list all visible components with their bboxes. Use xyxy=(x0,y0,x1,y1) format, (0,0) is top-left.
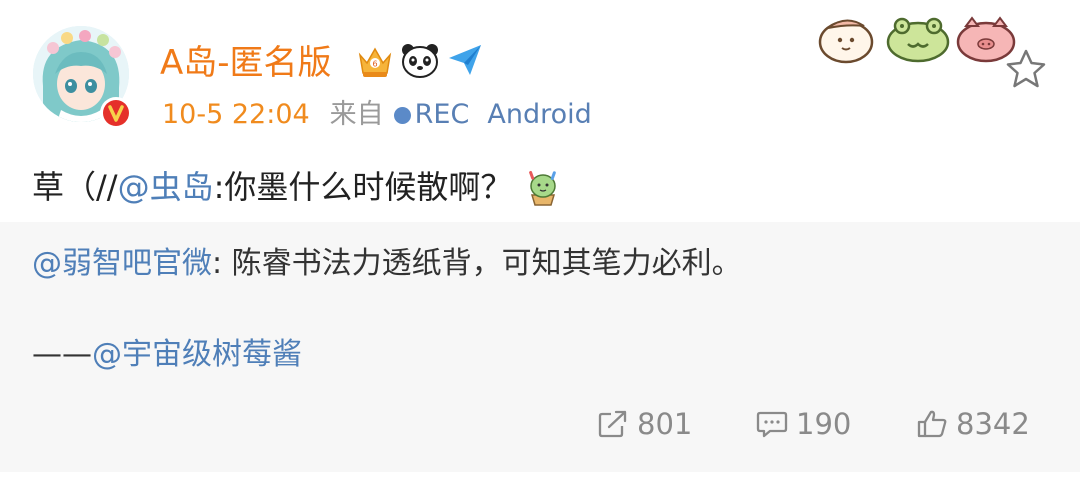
star-icon[interactable] xyxy=(1004,48,1048,90)
repost-author-mention[interactable]: @弱智吧官微 xyxy=(32,246,212,281)
like-count: 8342 xyxy=(956,407,1030,441)
decor-stickers xyxy=(818,12,1018,64)
thumbs-up-icon xyxy=(917,410,947,438)
repost-count: 801 xyxy=(637,407,693,441)
bottom-spacer xyxy=(0,472,1080,489)
comment-button[interactable]: 190 xyxy=(756,402,851,446)
post-time: 10-5 22:04 xyxy=(162,99,310,130)
client-name[interactable]: REC xyxy=(415,97,470,133)
repost-button[interactable]: 801 xyxy=(597,402,692,446)
share-icon xyxy=(598,410,627,438)
cactus-emoji-icon xyxy=(524,167,562,207)
like-button[interactable]: 8342 xyxy=(916,402,1030,446)
client-os[interactable]: Android xyxy=(487,97,591,133)
attribution-mention[interactable]: @宇宙级树莓酱 xyxy=(92,337,302,372)
crown-icon: 6 xyxy=(356,41,394,83)
username[interactable]: A岛-匿名版 xyxy=(160,40,332,86)
repost-body: @弱智吧官微: 陈睿书法力透纸背，可知其笔力必利。 xyxy=(32,242,742,286)
content-text: :你墨什么时候散啊？ xyxy=(213,168,513,206)
user-badges: 6 xyxy=(356,42,484,82)
panda-icon xyxy=(400,41,440,83)
post-content: 草（// @虫岛 :你墨什么时候散啊？ xyxy=(32,164,562,210)
post-meta: 10-5 22:04 来自 REC Android xyxy=(162,97,592,133)
comment-count: 190 xyxy=(796,407,852,441)
repost-attribution: ——@宇宙级树莓酱 xyxy=(32,333,302,377)
client-dot-icon xyxy=(393,106,411,124)
content-mention[interactable]: @虫岛 xyxy=(118,164,214,210)
attribution-dash: —— xyxy=(32,337,92,372)
repost-text: : 陈睿书法力透纸背，可知其笔力必利。 xyxy=(212,246,742,281)
svg-text:6: 6 xyxy=(372,60,377,69)
avatar[interactable] xyxy=(33,26,132,130)
verified-v-icon xyxy=(99,96,133,130)
paper-plane-icon xyxy=(446,41,484,83)
content-prefix: 草（// xyxy=(32,168,118,206)
from-label: 来自 xyxy=(329,99,384,130)
comment-icon xyxy=(756,411,788,438)
